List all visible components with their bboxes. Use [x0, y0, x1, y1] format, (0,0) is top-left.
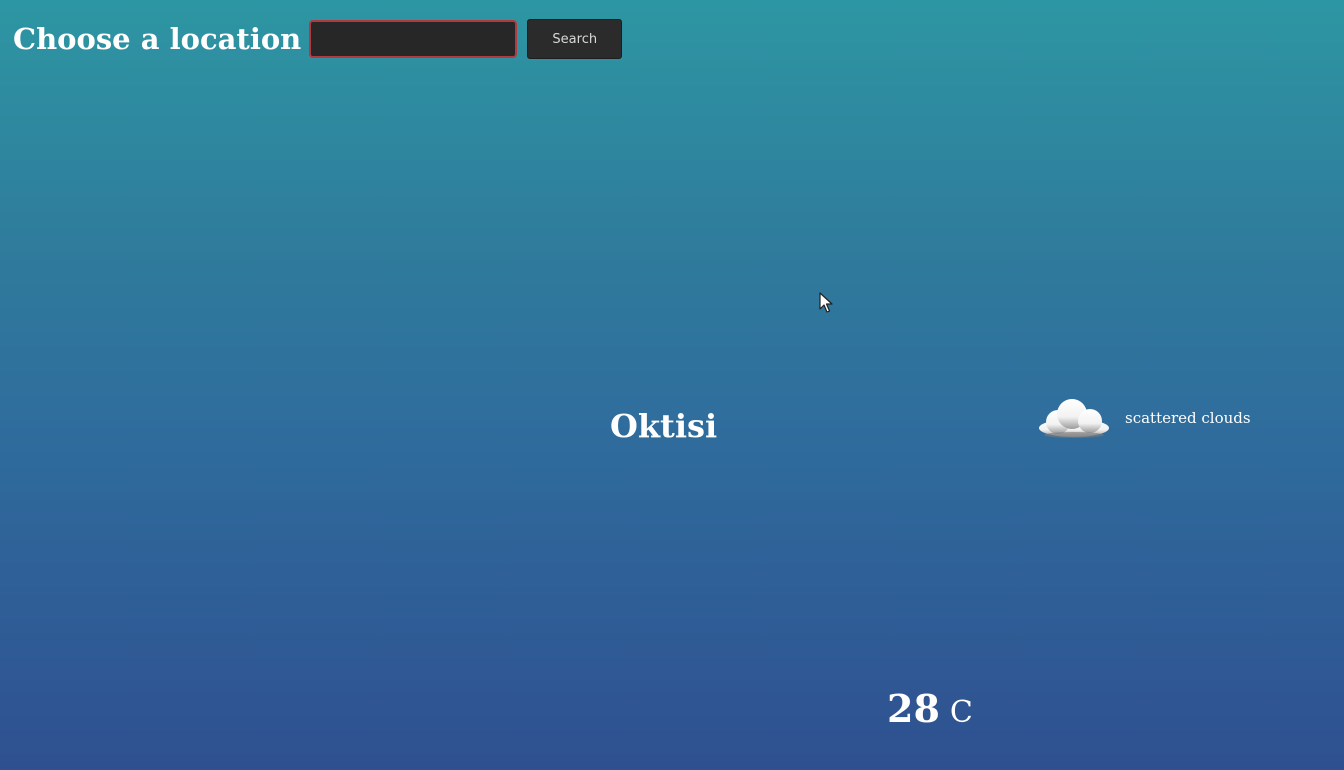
- page-title: Choose a location: [13, 22, 302, 56]
- temperature-unit: C: [949, 695, 973, 730]
- temperature-display: 28 C: [887, 684, 973, 738]
- mouse-cursor-icon: [819, 292, 833, 313]
- weather-description: scattered clouds: [1125, 409, 1251, 427]
- cloud-icon: [1039, 399, 1109, 438]
- search-button[interactable]: Search: [527, 19, 623, 59]
- location-search-input[interactable]: [309, 20, 518, 58]
- city-name: Oktisi: [610, 407, 718, 445]
- location-search-bar: Choose a location Search: [13, 18, 623, 60]
- weather-condition: scattered clouds: [1036, 394, 1251, 442]
- temperature-value: 28: [887, 686, 940, 731]
